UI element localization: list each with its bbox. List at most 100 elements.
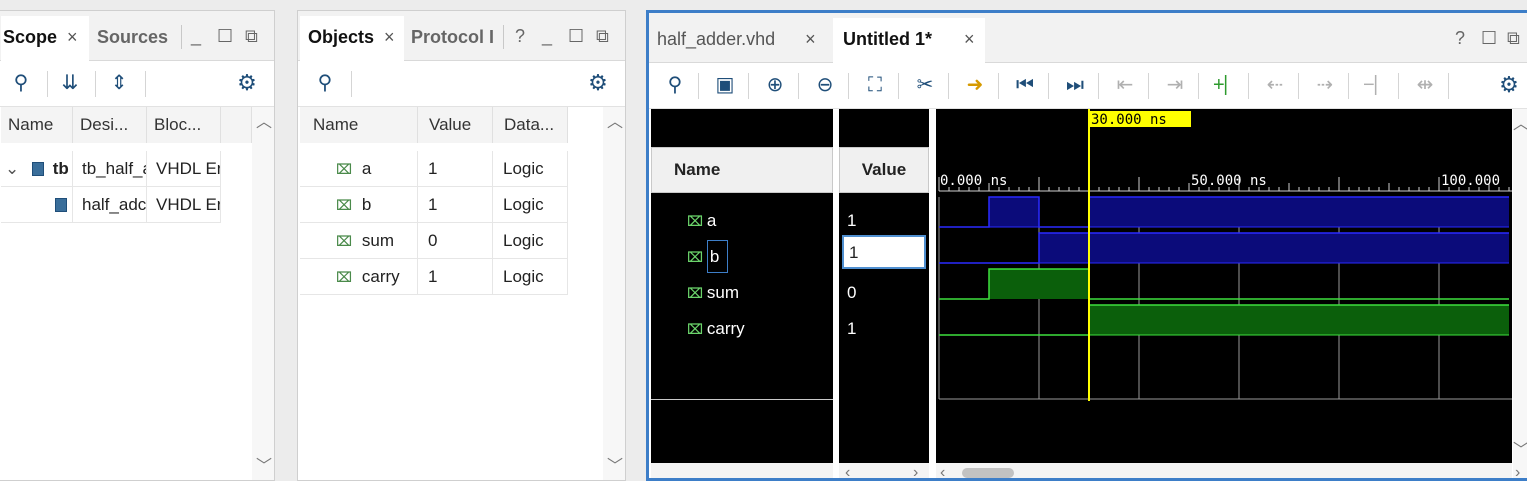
scroll-up-icon[interactable]: ︿	[1513, 117, 1527, 133]
gear-icon[interactable]: ⚙	[235, 71, 259, 95]
column-header-filler	[221, 107, 252, 143]
scroll-down-icon[interactable]: ﹀	[1513, 443, 1527, 459]
tab-scope[interactable]: Scope ×	[1, 16, 89, 61]
help-icon[interactable]: ?	[1455, 27, 1465, 49]
wave-trace-a	[939, 196, 1509, 228]
minimize-icon[interactable]: _	[191, 25, 201, 47]
tab-sources[interactable]: Sources	[97, 16, 168, 61]
wave-signal-a[interactable]: ⌧ a	[687, 211, 716, 231]
maximize-icon[interactable]: ☐	[217, 25, 233, 47]
collapse-all-icon[interactable]: ⇊	[58, 71, 82, 95]
maximize-icon[interactable]: ☐	[1481, 27, 1497, 49]
table-cell-value: 1	[418, 259, 493, 295]
gear-icon[interactable]: ⚙	[586, 71, 610, 95]
vertical-scrollbar[interactable]: ︿ ﹀	[603, 107, 625, 480]
next-transition-icon[interactable]: ⇥	[1163, 73, 1187, 97]
go-to-end-icon[interactable]: ⏭	[1063, 73, 1087, 97]
save-icon[interactable]: ▣	[713, 73, 737, 97]
wave-plot-hscroll[interactable]: ‹	[936, 463, 1512, 479]
table-cell-value: 1	[418, 151, 493, 187]
swap-cursors-icon[interactable]: ⇹	[1413, 73, 1437, 97]
go-to-start-icon[interactable]: ⏮	[1013, 73, 1037, 97]
scroll-thumb[interactable]	[962, 468, 1014, 478]
table-row[interactable]: ⌧ b	[300, 187, 418, 223]
minimize-icon[interactable]: _	[542, 25, 552, 47]
previous-marker-icon[interactable]: ⇠	[1263, 73, 1287, 97]
wave-value-sum: 0	[847, 283, 857, 302]
signal-icon: ⌧	[336, 233, 352, 249]
wave-value-header[interactable]: Value	[839, 147, 929, 193]
table-row[interactable]	[1, 187, 73, 223]
gear-icon[interactable]: ⚙	[1497, 73, 1521, 97]
float-icon[interactable]: ⧉	[1507, 27, 1520, 49]
table-cell-value: 0	[418, 223, 493, 259]
wave-signal-b[interactable]: ⌧ b	[687, 240, 729, 273]
signal-icon: ⌧	[336, 197, 352, 213]
toolbar-separator	[748, 73, 749, 99]
column-header-name[interactable]: Name	[300, 107, 418, 143]
waveform-plot[interactable]: 0.000 ns 50.000 ns 100.000 30.000 ns ‹	[936, 109, 1512, 479]
vertical-scrollbar[interactable]: ︿ ﹀	[252, 107, 274, 480]
table-cell-type: Logic	[493, 259, 568, 295]
scroll-right-icon[interactable]: ›	[913, 465, 918, 479]
zoom-out-icon[interactable]: ⊖	[813, 73, 837, 97]
previous-transition-icon[interactable]: ⇤	[1113, 73, 1137, 97]
module-icon	[31, 162, 44, 176]
tab-objects[interactable]: Objects ×	[300, 16, 404, 61]
float-icon[interactable]: ⧉	[245, 25, 258, 47]
delete-marker-icon[interactable]: −⎸	[1363, 73, 1395, 97]
toolbar-separator	[898, 73, 899, 99]
scroll-down-icon[interactable]: ﹀	[256, 459, 272, 475]
cursor-to-zero-icon[interactable]: ✂	[913, 73, 937, 97]
signal-icon: ⌧	[687, 249, 703, 265]
column-header-data-type[interactable]: Data...	[493, 107, 568, 143]
scroll-down-icon[interactable]: ﹀	[607, 459, 623, 475]
wave-signal-sum[interactable]: ⌧ sum	[687, 283, 739, 303]
help-icon[interactable]: ?	[515, 25, 525, 47]
wave-value-hscroll[interactable]: ‹ ›	[839, 463, 929, 479]
table-row[interactable]: ⌧ a	[300, 151, 418, 187]
vertical-scrollbar[interactable]: ︿ ﹀ ›	[1513, 109, 1527, 479]
signal-icon: ⌧	[336, 269, 352, 285]
zoom-fit-icon[interactable]: ⛶	[863, 73, 887, 97]
column-header-design[interactable]: Desi...	[73, 107, 147, 143]
tab-untitled-1[interactable]: Untitled 1* ×	[833, 18, 985, 63]
next-marker-icon[interactable]: ⇢	[1313, 73, 1337, 97]
wave-signal-carry[interactable]: ⌧ carry	[687, 319, 745, 339]
scroll-left-icon[interactable]: ‹	[845, 465, 850, 479]
column-header-value[interactable]: Value	[418, 107, 493, 143]
wave-name-hscroll[interactable]	[651, 463, 833, 478]
wave-name-divider	[651, 399, 833, 400]
table-row[interactable]: ⌧ carry	[300, 259, 418, 295]
float-icon[interactable]: ⧉	[596, 25, 609, 47]
tab-protocol-instances[interactable]: Protocol I	[411, 16, 494, 61]
column-header-name[interactable]: Name	[1, 107, 73, 143]
close-icon[interactable]: ×	[964, 29, 975, 49]
add-marker-icon[interactable]: ➜	[963, 73, 987, 97]
zoom-in-icon[interactable]: ⊕	[763, 73, 787, 97]
close-icon[interactable]: ×	[384, 27, 395, 47]
scroll-left-icon[interactable]: ‹	[940, 465, 945, 479]
scroll-up-icon[interactable]: ︿	[256, 115, 272, 131]
column-header-block[interactable]: Bloc...	[147, 107, 221, 143]
wave-value-b-box[interactable]: 1	[842, 235, 926, 269]
close-icon[interactable]: ×	[67, 27, 78, 47]
table-row[interactable]: ⌄ tb	[1, 151, 73, 187]
wave-name-header[interactable]: Name	[651, 147, 833, 193]
search-icon[interactable]: ⚲	[313, 71, 337, 95]
expand-all-icon[interactable]: ⇕	[107, 71, 131, 95]
search-icon[interactable]: ⚲	[663, 73, 687, 97]
scroll-up-icon[interactable]: ︿	[607, 115, 623, 131]
search-icon[interactable]: ⚲	[9, 71, 33, 95]
expand-chevron-icon[interactable]: ⌄	[5, 159, 19, 178]
cursor-label: 30.000 ns	[1091, 112, 1167, 128]
add-marker-plus-icon[interactable]: +⎸	[1213, 73, 1245, 97]
table-row[interactable]: ⌧ sum	[300, 223, 418, 259]
scroll-right-icon[interactable]: ›	[1515, 465, 1520, 479]
tab-half-adder-vhd[interactable]: half_adder.vhd ×	[657, 18, 816, 63]
maximize-icon[interactable]: ☐	[568, 25, 584, 47]
waveform-toolbar: ⚲ ▣ ⊕ ⊖ ⛶ ✂ ➜ ⏮ ⏭ ⇤ ⇥ +⎸ ⇠ ⇢ −⎸ ⇹ ⚙	[649, 63, 1527, 109]
close-icon[interactable]: ×	[805, 29, 816, 49]
wave-trace-sum	[939, 268, 1509, 300]
toolbar-separator	[1348, 73, 1349, 99]
